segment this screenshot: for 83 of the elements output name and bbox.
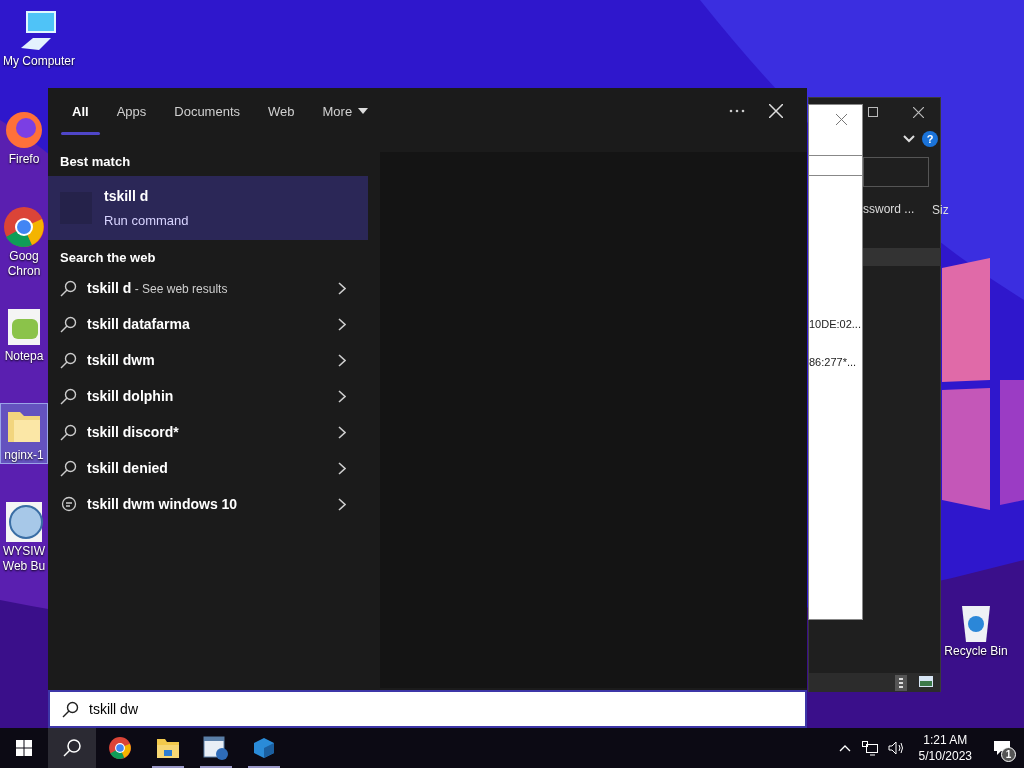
filter-tab[interactable]: Web (256, 98, 307, 135)
clock-date[interactable]: 5/10/2023 (918, 748, 972, 764)
search-field[interactable]: tskill dw (48, 690, 807, 728)
search-icon (60, 315, 77, 333)
desktop-icon[interactable]: Goog Chron (0, 205, 48, 279)
icon-label: Firefo (8, 152, 40, 167)
column-header: ssword ... (863, 201, 915, 218)
volume-icon[interactable] (887, 740, 905, 756)
taskbar-button[interactable] (48, 728, 96, 768)
suggestion-text: tskill dwm windows 10 (87, 494, 238, 514)
table-cell: 10DE:02... (809, 317, 861, 331)
details-view-icon[interactable] (895, 675, 907, 691)
chevron-right-icon (338, 281, 346, 295)
search-icon (60, 459, 77, 477)
best-match-subtitle: Run command (104, 211, 189, 230)
section-heading: Search the web (59, 249, 157, 267)
chat-icon (60, 495, 77, 513)
desktop-icon[interactable]: Notepa (0, 305, 48, 364)
icon-label: Chron (7, 264, 41, 279)
search-icon (62, 738, 82, 758)
table-cell-text: 86:277*... (809, 355, 858, 369)
folder-icon (156, 737, 180, 759)
filter-tab[interactable]: More (310, 98, 381, 135)
more-options-icon[interactable] (729, 109, 745, 113)
help-icon[interactable]: ? (922, 131, 938, 147)
chevron-right-icon (338, 425, 346, 439)
chevron-right-icon (338, 497, 346, 511)
network-icon[interactable] (860, 740, 878, 756)
desktop-icon[interactable]: My Computer (0, 10, 78, 69)
search-icon (60, 387, 77, 405)
icon-label: Recycle Bin (944, 644, 1008, 659)
filter-tab[interactable]: Documents (162, 98, 252, 135)
desktop-icon[interactable]: nginx-1 (0, 403, 48, 464)
chevron-right-icon (338, 389, 346, 403)
suggestion-text: tskill datafarma (87, 314, 190, 334)
icon-label: My Computer (3, 54, 75, 69)
windows-logo-icon (16, 740, 32, 756)
desktop-icon[interactable]: WYSIW Web Bu (0, 500, 48, 574)
search-field[interactable] (863, 157, 929, 187)
suggestion-item[interactable]: tskill dolphin (48, 378, 368, 414)
suggestion-item[interactable]: tskill datafarma (48, 306, 368, 342)
suggestion-item[interactable]: tskill discord* (48, 414, 368, 450)
search-input[interactable]: tskill dw (89, 698, 389, 720)
suggestion-text: tskill dwm (87, 350, 155, 370)
suggestion-item[interactable]: tskill dwm (48, 342, 368, 378)
icon-label: Goog (9, 249, 39, 264)
suggestion-item[interactable]: tskill dwm windows 10 (48, 486, 368, 522)
desktop-icon[interactable]: Recycle Bin (938, 600, 1014, 659)
search-icon (62, 700, 79, 718)
chrome-icon (2, 205, 46, 249)
best-match-title: tskill d (104, 186, 150, 206)
suggestion-text: tskill d - See web results (87, 278, 228, 298)
notification-badge: 1 (1001, 747, 1016, 762)
chevron-right-icon (338, 461, 346, 475)
icon-label: WYSIW (3, 544, 45, 559)
icon-label: nginx-1 (4, 448, 44, 463)
chevron-up-icon[interactable] (838, 744, 851, 752)
icon-label: Notepa (4, 349, 44, 364)
image-icon[interactable] (919, 676, 933, 687)
web-app-icon (203, 735, 229, 761)
clock-time[interactable]: 1:21 AM (923, 732, 968, 748)
suggestion-text: tskill discord* (87, 422, 179, 442)
suggestion-text: tskill denied (87, 458, 168, 478)
search-icon (60, 351, 77, 369)
cube-icon (252, 736, 276, 760)
search-icon (60, 423, 77, 441)
filter-tab[interactable]: All (60, 98, 101, 135)
suggestion-item[interactable]: tskill d - See web results (48, 270, 368, 306)
best-match-item[interactable]: tskill d Run command (48, 176, 368, 240)
filter-tab[interactable]: Apps (104, 98, 159, 135)
chrome-icon (108, 736, 132, 760)
chevron-right-icon (338, 317, 346, 331)
chevron-right-icon (338, 353, 346, 367)
desktop-icon[interactable]: Firefo (0, 108, 48, 167)
section-heading: Best match (59, 153, 132, 171)
suggestion-item[interactable]: tskill denied (48, 450, 368, 486)
suggestion-text: tskill dolphin (87, 386, 174, 406)
dropdown-icon (358, 108, 369, 114)
icon-label: Web Bu (2, 559, 46, 574)
search-icon (60, 279, 77, 297)
chevron-down-icon[interactable] (903, 135, 915, 143)
maximize-icon[interactable] (868, 107, 878, 117)
close-icon[interactable] (913, 107, 924, 118)
